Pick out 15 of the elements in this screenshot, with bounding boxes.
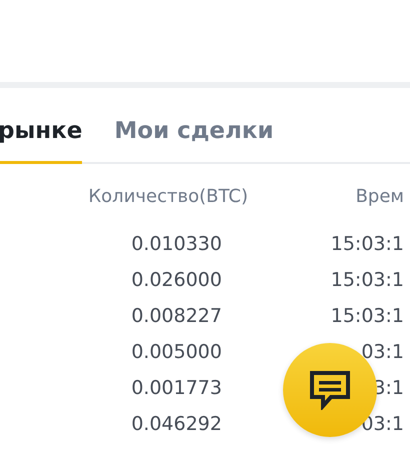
tab[interactable]: Мои сделки xyxy=(114,88,274,164)
column-header: Врем xyxy=(356,186,404,207)
column-header: Количество(BTC) xyxy=(88,186,248,207)
table-cell: 15:03:1 xyxy=(330,232,404,257)
table-cell: 15:03:1 xyxy=(330,268,404,293)
table-cell: 0.010330 xyxy=(131,232,222,257)
chat-icon xyxy=(309,370,351,410)
table-cell: 0.005000 xyxy=(131,340,222,365)
table-cell: 0.026000 xyxy=(131,268,222,293)
table-cell: 0.008227 xyxy=(131,304,222,329)
table-cell: 03:1 xyxy=(361,340,404,365)
table-cell: 0.001773 xyxy=(131,376,222,401)
tab[interactable]: рынке xyxy=(0,88,82,164)
table-cell: 0.046292 xyxy=(131,412,222,437)
table-cell: 15:03:1 xyxy=(330,304,404,329)
